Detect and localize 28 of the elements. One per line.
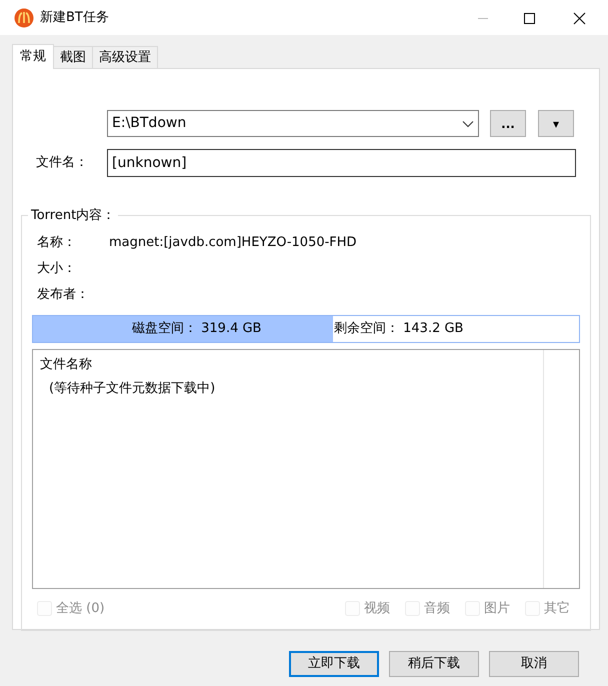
list-message: (等待种子文件元数据下载中) (48, 380, 216, 398)
action-button[interactable]: 取消 (489, 651, 579, 677)
browse-button[interactable]: ... (490, 110, 526, 137)
disk-total-text: 磁盘空间： 319.4 GB (132, 320, 262, 338)
file-name-label: 文件名： (35, 154, 89, 172)
tab[interactable]: 常规 (12, 44, 54, 69)
tab[interactable]: 截图 (54, 46, 93, 68)
path-value: E:\BTdown (112, 114, 188, 133)
column-header: 文件名称 (39, 356, 93, 374)
field-value: magnet:[javdb.com]HEYZO-1050-FHD (109, 234, 357, 252)
app-logo-icon (14, 8, 34, 28)
checkbox-label: 其它 (544, 600, 570, 618)
window-title: 新建BT任务 (40, 8, 109, 27)
file-name-field[interactable]: [unknown] (107, 149, 576, 177)
checkbox-label: 音频 (424, 600, 450, 618)
action-button[interactable]: 立即下载 (289, 651, 379, 677)
tab[interactable]: 高级设置 (93, 46, 158, 68)
field-label: 发布者： (37, 286, 90, 304)
action-button[interactable]: 稍后下载 (389, 651, 479, 677)
disk-free-text: 剩余空间： 143.2 GB (334, 320, 464, 338)
checkbox-label: 全选 (0) (56, 600, 105, 618)
chevron-down-icon (462, 120, 474, 128)
checkbox-label: 视频 (364, 600, 390, 618)
checkbox-label: 图片 (484, 600, 510, 618)
path-dropdown[interactable]: E:\BTdown (107, 110, 479, 137)
field-label: 名称： (37, 234, 77, 252)
field-label: 大小： (37, 260, 77, 278)
menu-button[interactable]: ▾ (538, 110, 574, 137)
